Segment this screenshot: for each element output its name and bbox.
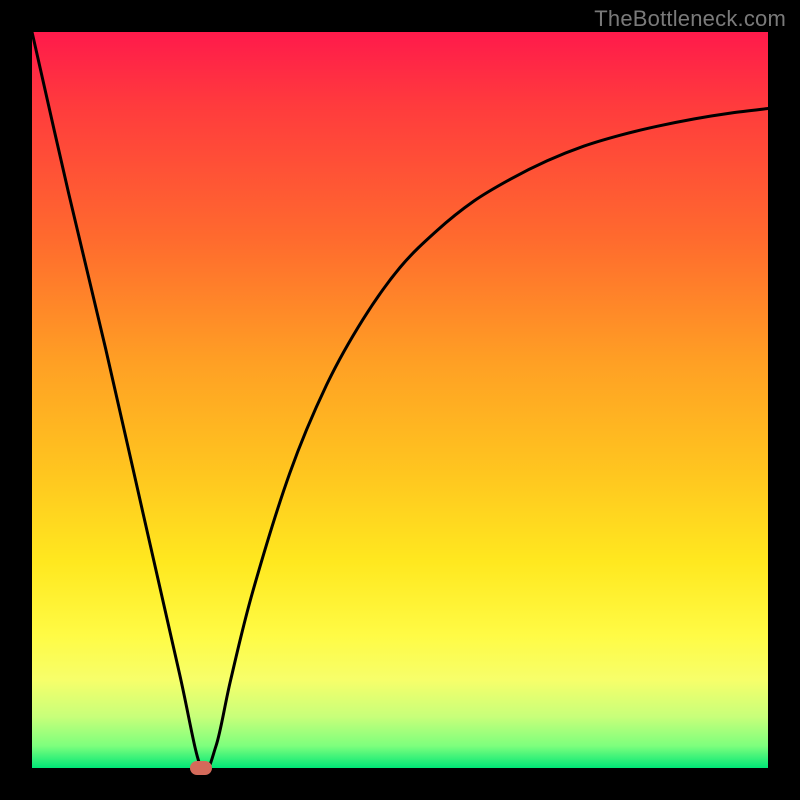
optimal-point-marker: [190, 761, 212, 775]
bottleneck-curve: [32, 32, 768, 768]
watermark-text: TheBottleneck.com: [594, 6, 786, 32]
plot-area: [32, 32, 768, 768]
chart-frame: TheBottleneck.com: [0, 0, 800, 800]
curve-svg: [32, 32, 768, 768]
